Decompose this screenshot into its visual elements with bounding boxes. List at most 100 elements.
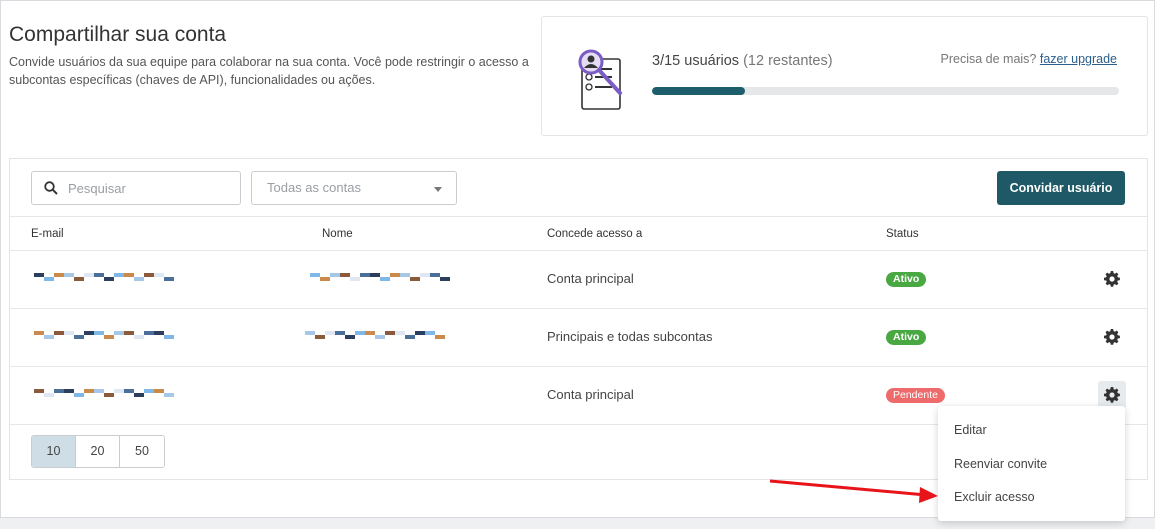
redaction-pixel — [405, 335, 415, 339]
status-badge: Ativo — [886, 272, 927, 287]
menu-item-resend-invite[interactable]: Reenviar convite — [954, 457, 1047, 471]
redaction-pixel — [380, 277, 390, 281]
redacted-name — [310, 273, 460, 283]
column-header-email: E-mail — [31, 228, 64, 240]
redaction-pixel — [134, 335, 144, 339]
row-settings-button[interactable] — [1102, 327, 1122, 347]
user-profile-magnifier-icon — [574, 45, 630, 115]
redaction-pixel — [164, 393, 174, 397]
redaction-pixel — [104, 277, 114, 281]
redaction-pixel — [44, 277, 54, 281]
redaction-pixel — [64, 273, 74, 277]
redacted-email — [34, 389, 184, 399]
redaction-pixel — [350, 277, 360, 281]
gear-icon — [1104, 271, 1120, 287]
redaction-pixel — [54, 331, 64, 335]
redaction-pixel — [114, 389, 124, 393]
redaction-pixel — [385, 331, 395, 335]
usage-progress-bar — [652, 87, 1119, 95]
redaction-pixel — [74, 277, 84, 281]
redaction-pixel — [164, 335, 174, 339]
column-header-status: Status — [886, 228, 919, 240]
redaction-pixel — [104, 335, 114, 339]
redaction-pixel — [124, 331, 134, 335]
row-settings-button[interactable] — [1098, 381, 1126, 409]
row-actions-menu: Editar Reenviar convite Excluir acesso — [938, 406, 1125, 521]
redaction-pixel — [154, 273, 164, 277]
redaction-pixel — [430, 273, 440, 277]
redaction-pixel — [440, 277, 450, 281]
redaction-pixel — [124, 389, 134, 393]
usage-card: 3/15 usuários (12 restantes) Precisa de … — [541, 16, 1148, 136]
redaction-pixel — [44, 335, 54, 339]
upgrade-prompt: Precisa de mais? fazer upgrade — [941, 52, 1118, 66]
page-size-option[interactable]: 20 — [76, 436, 120, 467]
redaction-pixel — [435, 335, 445, 339]
upgrade-link[interactable]: fazer upgrade — [1040, 52, 1117, 66]
redaction-pixel — [320, 277, 330, 281]
user-count-value: 3/15 usuários — [652, 53, 740, 69]
redaction-pixel — [330, 273, 340, 277]
redaction-pixel — [114, 331, 124, 335]
gear-icon — [1104, 329, 1120, 345]
redaction-pixel — [114, 273, 124, 277]
redaction-pixel — [335, 331, 345, 335]
redaction-pixel — [84, 389, 94, 393]
usage-progress-fill — [652, 87, 746, 95]
redacted-email — [34, 273, 184, 283]
search-icon — [44, 181, 58, 195]
access-cell: Conta principal — [547, 271, 634, 286]
menu-item-edit[interactable]: Editar — [954, 423, 987, 437]
redaction-pixel — [64, 389, 74, 393]
page-description: Convide usuários da sua equipe para cola… — [9, 55, 529, 87]
redaction-pixel — [360, 273, 370, 277]
redaction-pixel — [94, 389, 104, 393]
page-size-option[interactable]: 10 — [32, 436, 76, 467]
redaction-pixel — [395, 331, 405, 335]
column-header-access: Concede acesso a — [547, 228, 643, 240]
redaction-pixel — [390, 273, 400, 277]
invite-user-button[interactable]: Convidar usuário — [997, 171, 1125, 205]
redaction-pixel — [74, 393, 84, 397]
redaction-pixel — [144, 273, 154, 277]
search-input[interactable] — [68, 178, 233, 198]
redaction-pixel — [310, 273, 320, 277]
page-size-option[interactable]: 50 — [120, 436, 164, 467]
menu-item-delete-access[interactable]: Excluir acesso — [954, 490, 1035, 504]
gear-icon — [1104, 387, 1120, 403]
redaction-pixel — [84, 331, 94, 335]
page-title: Compartilhar sua conta — [9, 23, 227, 46]
redaction-pixel — [315, 335, 325, 339]
column-header-name: Nome — [322, 228, 353, 240]
access-cell: Conta principal — [547, 387, 634, 402]
redaction-pixel — [34, 331, 44, 335]
redaction-pixel — [134, 393, 144, 397]
redaction-pixel — [425, 331, 435, 335]
redaction-pixel — [400, 273, 410, 277]
redaction-pixel — [94, 331, 104, 335]
access-cell: Principais e todas subcontas — [547, 329, 713, 344]
redaction-pixel — [124, 273, 134, 277]
redaction-pixel — [104, 393, 114, 397]
redaction-pixel — [64, 331, 74, 335]
redaction-pixel — [34, 389, 44, 393]
redaction-pixel — [54, 273, 64, 277]
user-count: 3/15 usuários (12 restantes) — [652, 53, 833, 69]
row-settings-button[interactable] — [1102, 269, 1122, 289]
page-size-selector: 10 20 50 — [31, 435, 165, 468]
user-count-remaining: (12 restantes) — [743, 53, 833, 69]
redaction-pixel — [144, 331, 154, 335]
redacted-name — [305, 331, 455, 341]
redaction-pixel — [410, 277, 420, 281]
redaction-pixel — [134, 277, 144, 281]
accounts-filter-value: Todas as contas — [267, 180, 361, 195]
table-header: E-mail Nome Concede acesso a Status — [10, 216, 1147, 251]
accounts-filter-select[interactable]: Todas as contas — [251, 171, 457, 205]
redacted-email — [34, 331, 184, 341]
table-row: Conta principal Ativo — [10, 251, 1147, 309]
search-box[interactable] — [31, 171, 241, 205]
redaction-pixel — [305, 331, 315, 335]
redaction-pixel — [164, 277, 174, 281]
redaction-pixel — [340, 273, 350, 277]
redaction-pixel — [34, 273, 44, 277]
